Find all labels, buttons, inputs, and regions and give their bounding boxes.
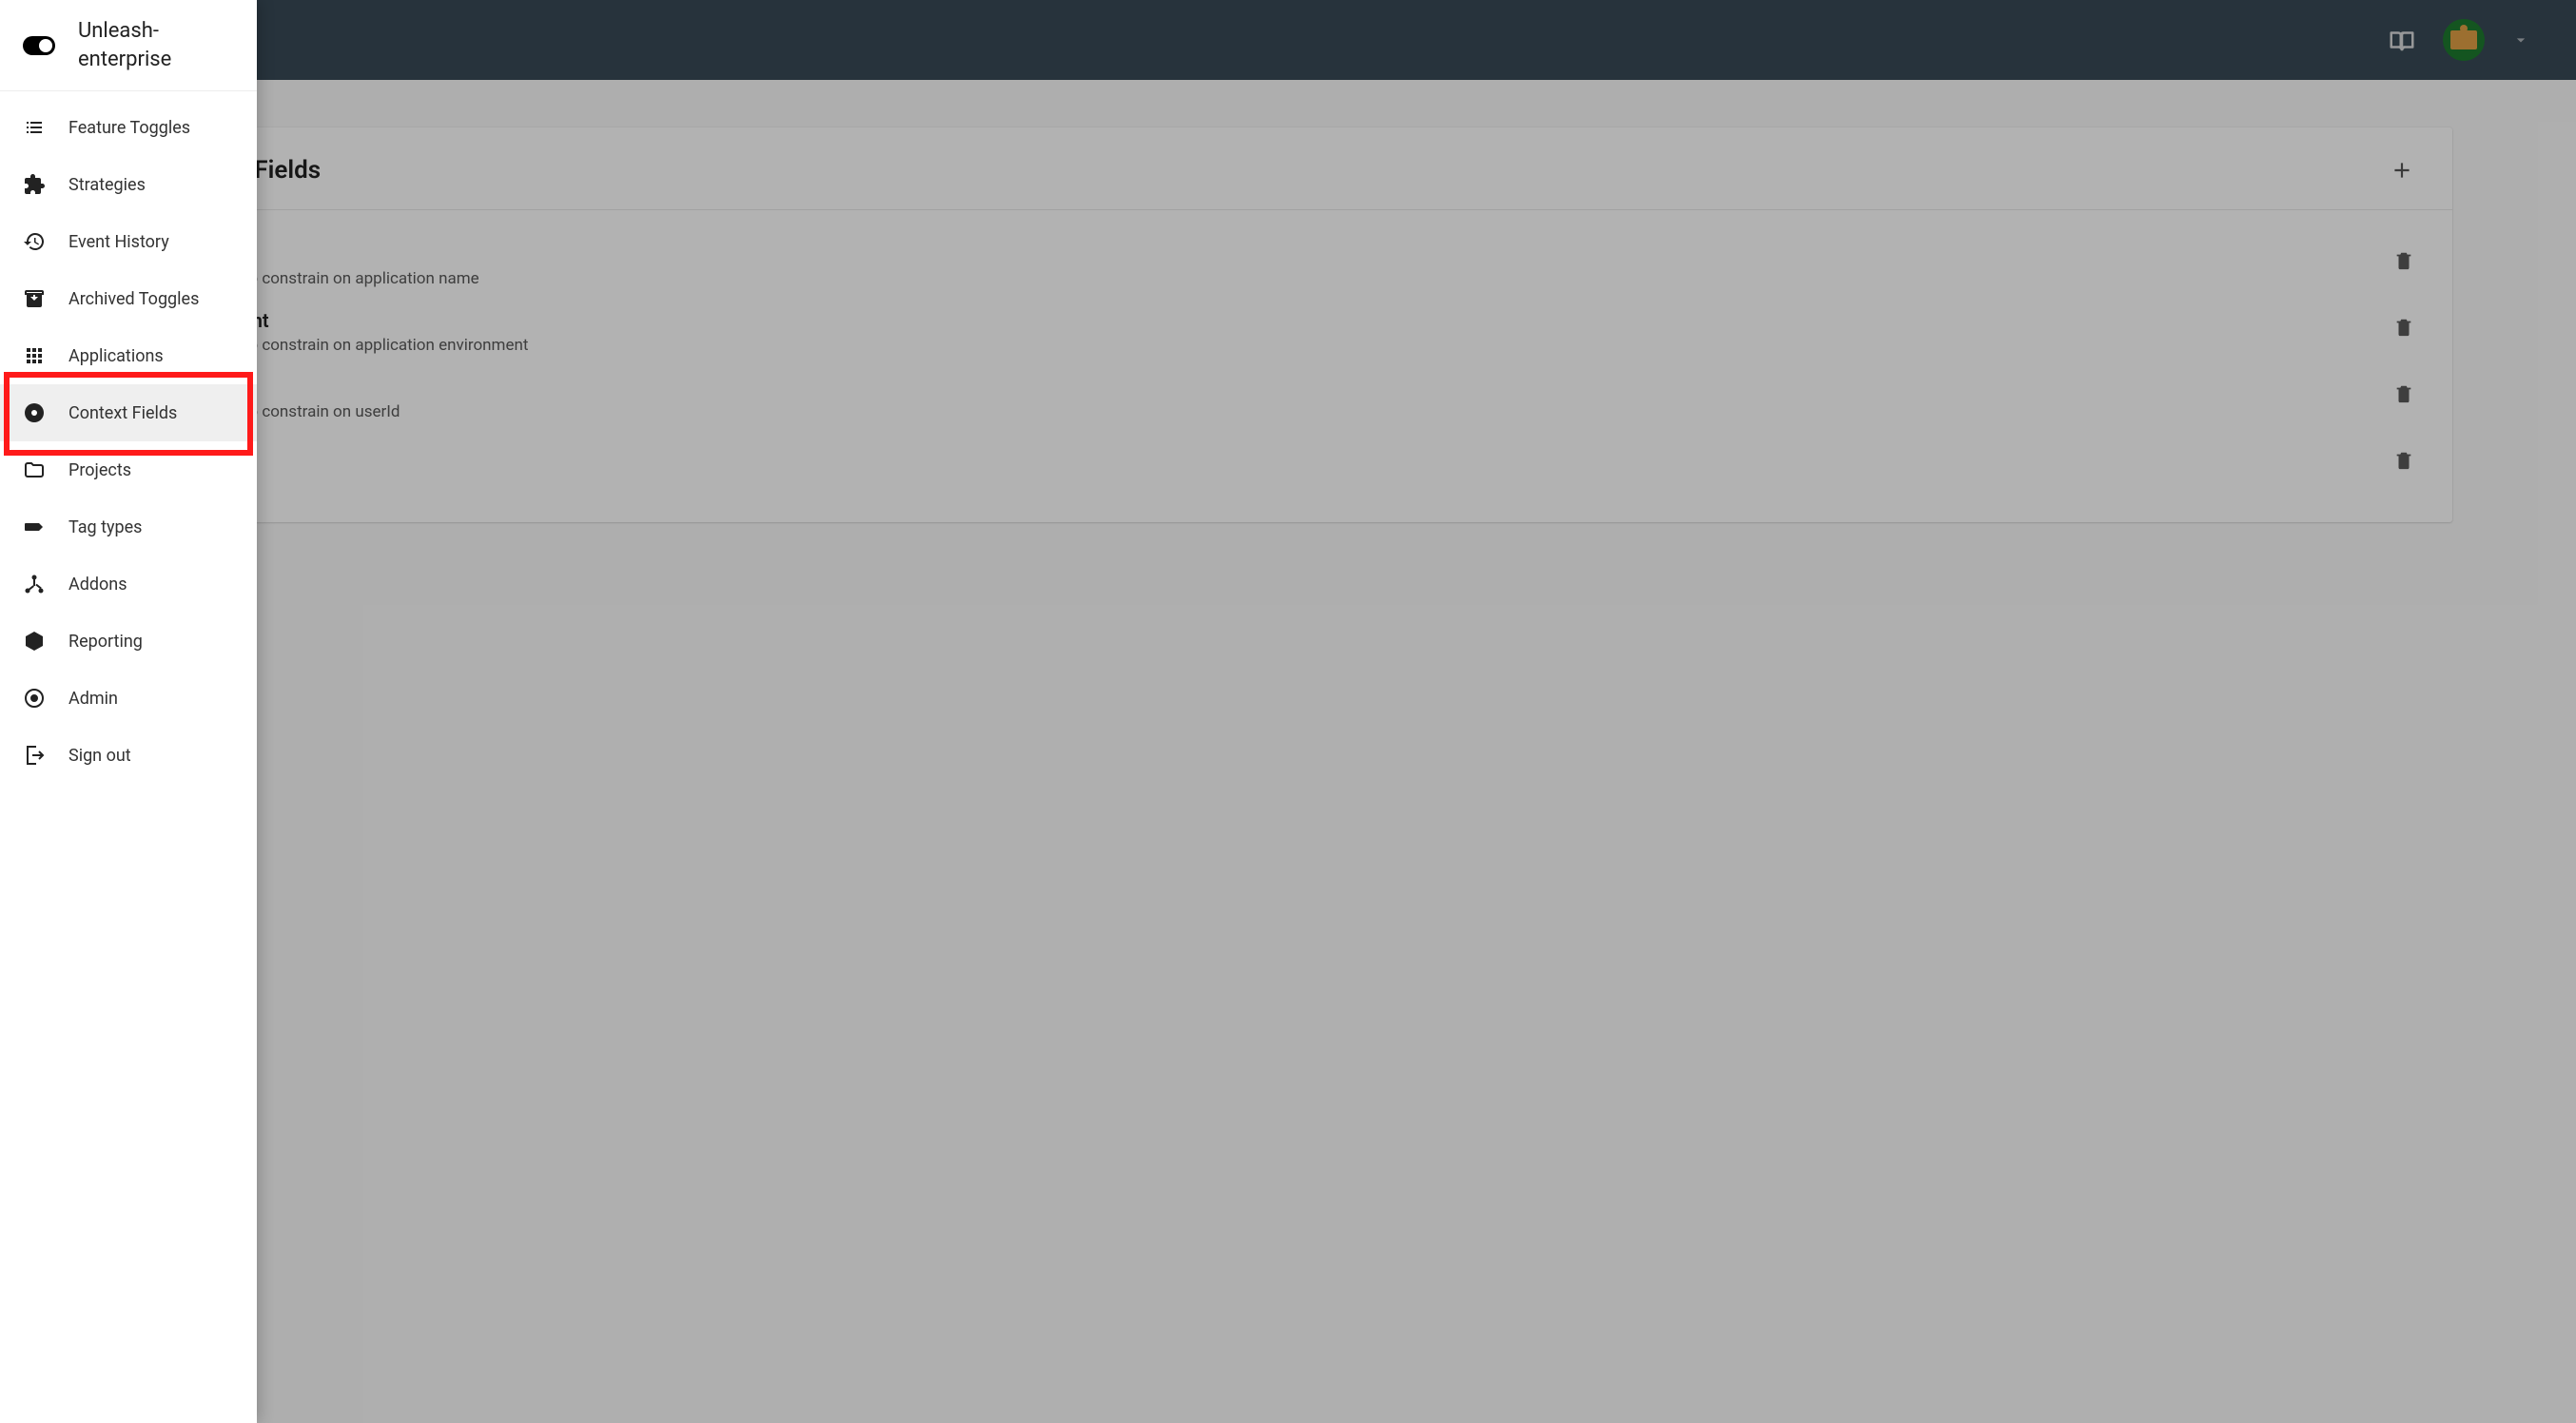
admin-icon (23, 687, 46, 710)
app-title: Unleash-enterprise (78, 17, 236, 73)
sidebar-item-label: Applications (68, 346, 164, 366)
album-icon (23, 401, 46, 424)
sidebar-item-label: Strategies (68, 175, 146, 195)
logo-toggle-icon (23, 36, 55, 55)
sidebar-item-event-history[interactable]: Event History (0, 213, 257, 270)
sidebar-item-addons[interactable]: Addons (0, 556, 257, 613)
sidebar-item-label: Archived Toggles (68, 289, 199, 309)
sidebar-item-label: Event History (68, 232, 169, 252)
history-icon (23, 230, 46, 253)
archive-icon (23, 287, 46, 310)
sidebar-item-applications[interactable]: Applications (0, 327, 257, 384)
sidebar-item-strategies[interactable]: Strategies (0, 156, 257, 213)
sidebar-item-label: Admin (68, 689, 118, 709)
sidebar-item-feature-toggles[interactable]: Feature Toggles (0, 99, 257, 156)
report-icon (23, 630, 46, 653)
hub-icon (23, 573, 46, 595)
sidebar-item-label: Addons (68, 575, 127, 595)
sidebar-item-context-fields[interactable]: Context Fields (0, 384, 257, 441)
sidebar-item-label: Reporting (68, 632, 143, 652)
puzzle-icon (23, 173, 46, 196)
list-icon (23, 116, 46, 139)
sidebar-item-admin[interactable]: Admin (0, 670, 257, 727)
sidebar-item-label: Feature Toggles (68, 118, 190, 138)
sidebar-item-projects[interactable]: Projects (0, 441, 257, 498)
sidebar-item-archived-toggles[interactable]: Archived Toggles (0, 270, 257, 327)
nav-list: Feature Toggles Strategies Event History… (0, 91, 257, 784)
sidebar-item-label: Projects (68, 460, 131, 480)
sidebar-item-reporting[interactable]: Reporting (0, 613, 257, 670)
modal-scrim[interactable] (0, 0, 2576, 1423)
sidebar-item-sign-out[interactable]: Sign out (0, 727, 257, 784)
tag-icon (23, 516, 46, 538)
sidebar-drawer: Unleash-enterprise Feature Toggles Strat… (0, 0, 257, 1423)
apps-grid-icon (23, 344, 46, 367)
signout-icon (23, 744, 46, 767)
folder-icon (23, 458, 46, 481)
drawer-header[interactable]: Unleash-enterprise (0, 0, 257, 91)
sidebar-item-label: Tag types (68, 517, 142, 537)
sidebar-item-tag-types[interactable]: Tag types (0, 498, 257, 556)
sidebar-item-label: Context Fields (68, 403, 177, 423)
sidebar-item-label: Sign out (68, 746, 131, 766)
